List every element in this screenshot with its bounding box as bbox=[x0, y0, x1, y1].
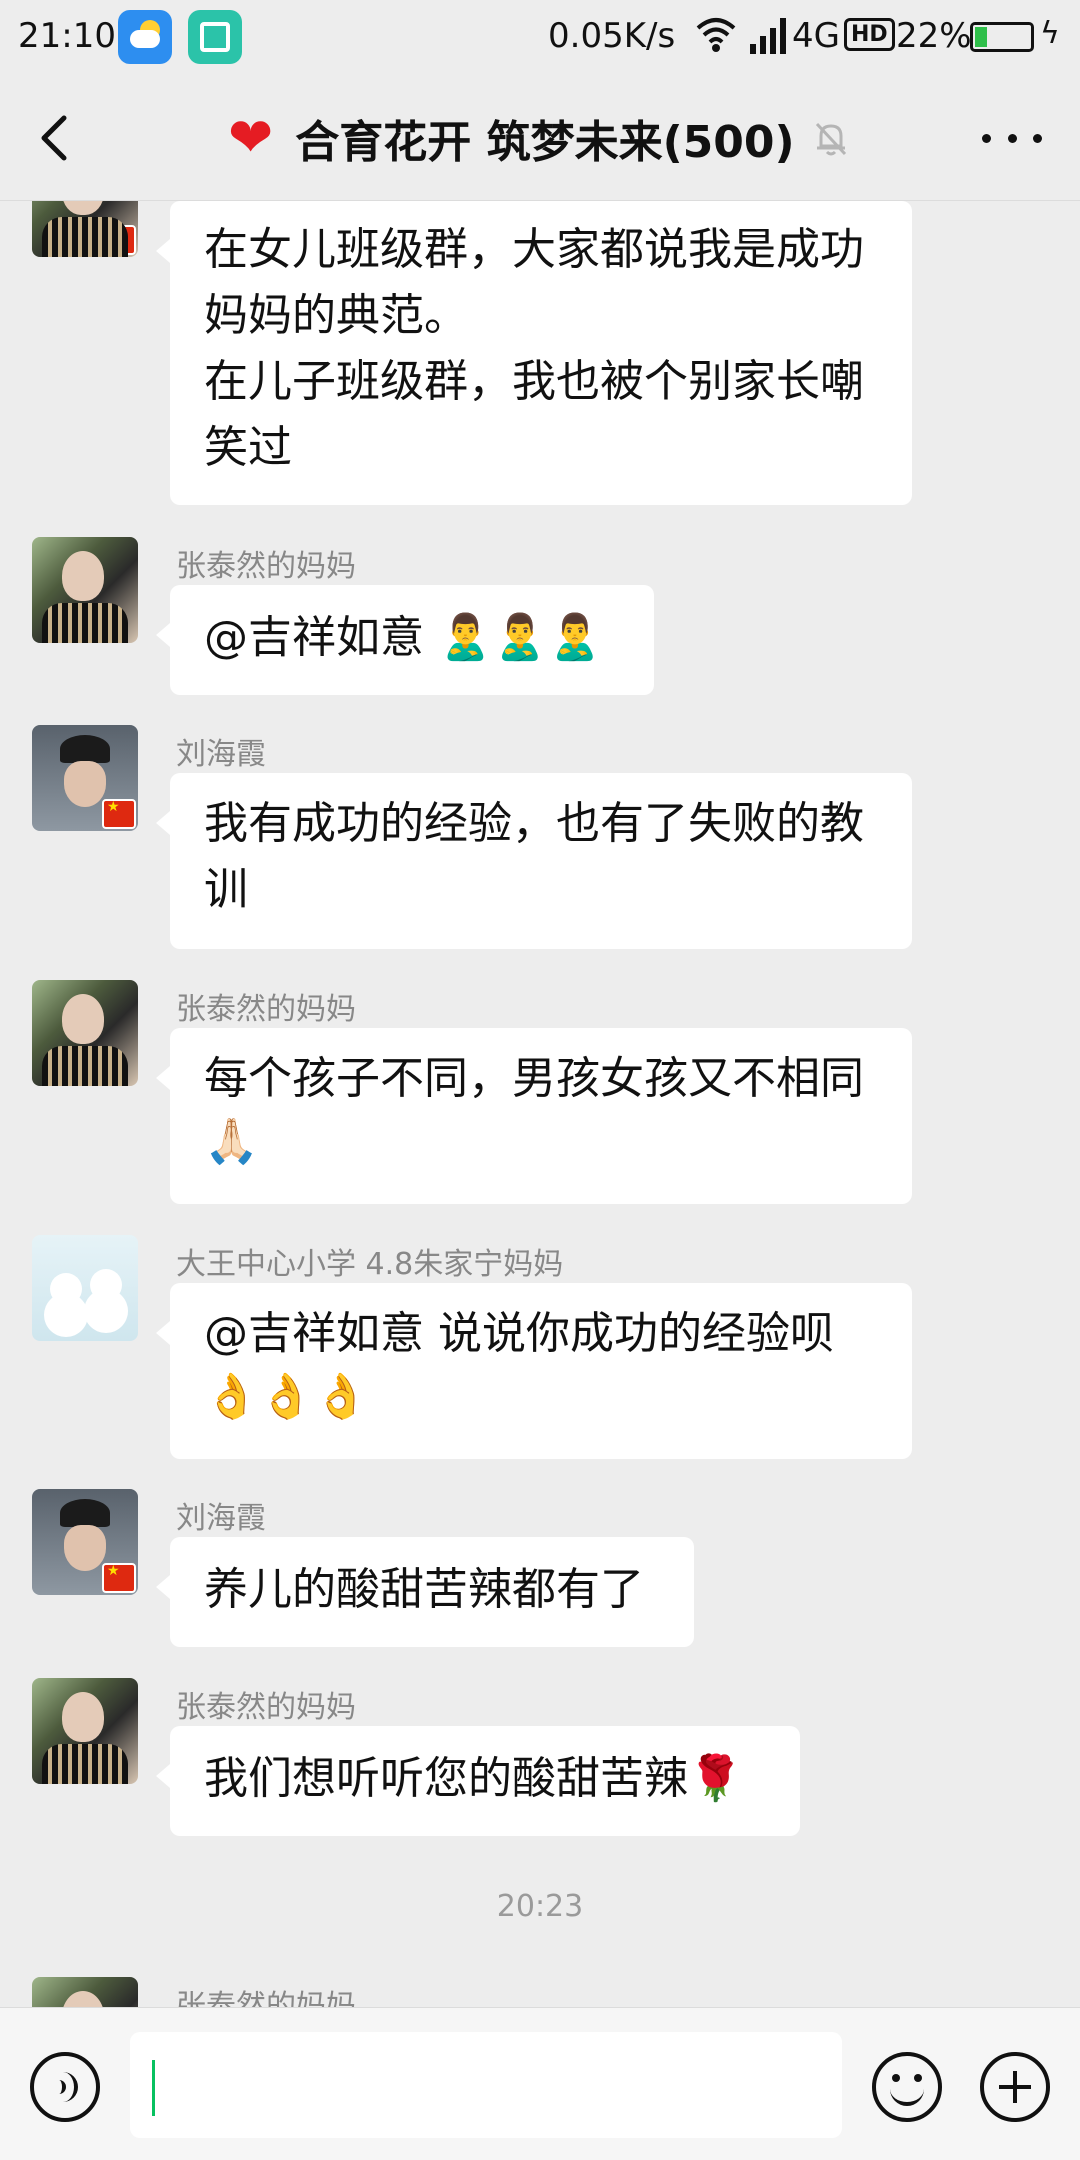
sender-name: 大王中心小学 4.8朱家宁妈妈 bbox=[176, 1247, 564, 1282]
battery-icon bbox=[970, 22, 1034, 52]
emoji-row: 🙏🏻 bbox=[204, 1116, 259, 1167]
message-bubble[interactable]: 在女儿班级群，大家都说我是成功 妈妈的典范。 在儿子班级群，我也被个别家长嘲 笑… bbox=[156, 201, 912, 505]
mute-icon bbox=[815, 122, 846, 156]
more-icon[interactable] bbox=[982, 106, 1042, 170]
message-text-line: 训 bbox=[204, 864, 248, 915]
voice-icon[interactable] bbox=[30, 2052, 100, 2122]
china-flag-icon bbox=[102, 225, 136, 255]
heart-icon: ❤ bbox=[228, 106, 274, 169]
sender-name: 刘海霞 bbox=[176, 737, 266, 772]
message-timestamp: 20:23 bbox=[496, 1889, 584, 1924]
avatar[interactable] bbox=[32, 201, 138, 257]
message-text-line: 我们想听听您的酸甜苦辣🌹 bbox=[204, 1753, 743, 1804]
emoji-icon[interactable] bbox=[872, 2052, 942, 2122]
message-text-line: 在儿子班级群，我也被个别家长嘲 bbox=[204, 356, 864, 407]
plus-icon[interactable] bbox=[980, 2052, 1050, 2122]
message-bubble[interactable]: 我有成功的经验，也有了失败的教 训 bbox=[156, 773, 912, 949]
back-icon[interactable] bbox=[24, 106, 88, 170]
message-input[interactable] bbox=[130, 2032, 842, 2138]
status-time: 21:10 bbox=[18, 16, 116, 56]
network-type: 4G bbox=[792, 16, 840, 56]
sender-name: 张泰然的妈妈 bbox=[176, 549, 356, 584]
avatar[interactable] bbox=[32, 1489, 138, 1595]
signal-icon bbox=[750, 18, 786, 54]
message-bubble[interactable]: 每个孩子不同，男孩女孩又不相同 🙏🏻 bbox=[156, 1028, 912, 1204]
message-text-line: 妈妈的典范。 bbox=[204, 290, 468, 341]
hd-badge: HD bbox=[844, 18, 895, 51]
message-text-line: 我有成功的经验，也有了失败的教 bbox=[204, 798, 864, 849]
input-bar bbox=[0, 2007, 1080, 2160]
avatar[interactable] bbox=[32, 1235, 138, 1341]
china-flag-icon bbox=[102, 799, 136, 829]
avatar[interactable] bbox=[32, 1678, 138, 1784]
message-list[interactable]: 在女儿班级群，大家都说我是成功 妈妈的典范。 在儿子班级群，我也被个别家长嘲 笑… bbox=[0, 201, 1080, 2007]
chat-header: ❤ 合育花开 筑梦未来(500) bbox=[0, 76, 1080, 201]
sender-name: 张泰然的妈妈 bbox=[176, 1989, 356, 2007]
emoji-row: 👌👌👌 bbox=[204, 1371, 369, 1422]
message-bubble[interactable]: @吉祥如意 说说你成功的经验呗 👌👌👌 bbox=[156, 1283, 912, 1459]
sender-name: 刘海霞 bbox=[176, 1501, 266, 1536]
avatar[interactable] bbox=[32, 980, 138, 1086]
status-bar: 21:10 0.05K/s 4G HD 22% ϟ bbox=[0, 0, 1080, 76]
message-text-line: @吉祥如意 说说你成功的经验呗 bbox=[204, 1308, 834, 1359]
text-caret bbox=[152, 2060, 155, 2116]
message-text-line: 笑过 bbox=[204, 422, 292, 473]
message-text-line: 养儿的酸甜苦辣都有了 bbox=[204, 1564, 644, 1615]
sender-name: 张泰然的妈妈 bbox=[176, 1690, 356, 1725]
message-text-line: @吉祥如意 🙎‍♂️🙎‍♂️🙎‍♂️ bbox=[204, 612, 603, 663]
message-bubble[interactable]: @吉祥如意 🙎‍♂️🙎‍♂️🙎‍♂️ bbox=[156, 585, 654, 695]
message-text-line: 在女儿班级群，大家都说我是成功 bbox=[204, 224, 864, 275]
net-speed: 0.05K/s bbox=[548, 16, 676, 56]
message-text-line: 每个孩子不同，男孩女孩又不相同 bbox=[204, 1053, 864, 1104]
message-bubble[interactable]: 养儿的酸甜苦辣都有了 bbox=[156, 1537, 694, 1647]
weather-icon bbox=[118, 10, 172, 64]
chat-title: 合育花开 筑梦未来(500) bbox=[295, 117, 795, 168]
scan-icon bbox=[188, 10, 242, 64]
chat-title-group[interactable]: ❤ 合育花开 筑梦未来(500) bbox=[228, 106, 851, 170]
battery-fill bbox=[975, 27, 987, 47]
wifi-icon bbox=[696, 18, 736, 52]
avatar[interactable] bbox=[32, 1977, 138, 2007]
avatar[interactable] bbox=[32, 725, 138, 831]
china-flag-icon bbox=[102, 1563, 136, 1593]
sender-name: 张泰然的妈妈 bbox=[176, 992, 356, 1027]
message-bubble[interactable]: 我们想听听您的酸甜苦辣🌹 bbox=[156, 1726, 800, 1836]
avatar[interactable] bbox=[32, 537, 138, 643]
charging-icon: ϟ bbox=[1040, 16, 1060, 51]
battery-percent: 22% bbox=[896, 16, 972, 56]
